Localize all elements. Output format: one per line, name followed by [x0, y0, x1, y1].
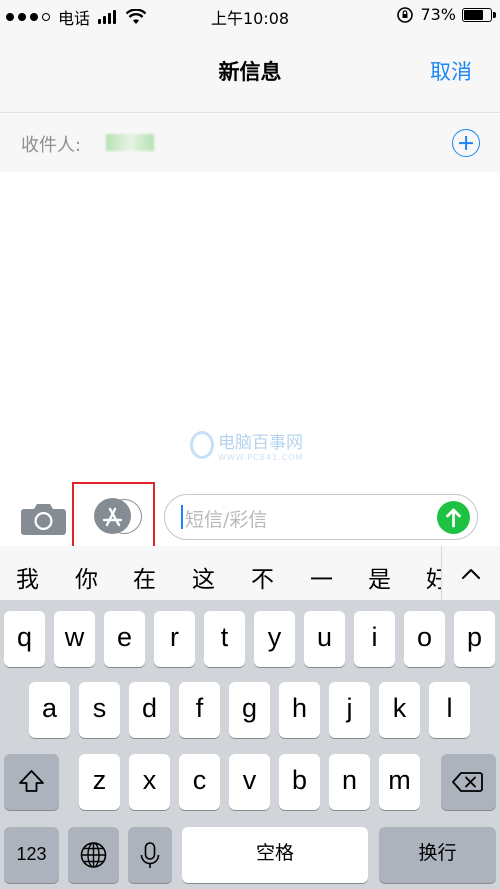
key-v[interactable]: v	[229, 754, 270, 810]
key-f[interactable]: f	[179, 682, 220, 738]
globe-icon	[80, 842, 107, 868]
return-key[interactable]: 换行	[379, 827, 496, 883]
chevron-up-icon	[462, 569, 480, 579]
shift-key[interactable]	[4, 754, 59, 810]
expand-candidates-button[interactable]	[442, 546, 500, 600]
delete-key[interactable]	[441, 754, 496, 810]
navigation-bar: 新信息 取消	[0, 30, 500, 113]
key-j[interactable]: j	[329, 682, 370, 738]
key-h[interactable]: h	[279, 682, 320, 738]
key-a[interactable]: a	[29, 682, 70, 738]
key-x[interactable]: x	[129, 754, 170, 810]
key-k[interactable]: k	[379, 682, 420, 738]
key-d[interactable]: d	[129, 682, 170, 738]
key-t[interactable]: t	[204, 611, 245, 667]
key-b[interactable]: b	[279, 754, 320, 810]
delete-backspace-icon	[452, 772, 483, 792]
key-q[interactable]: q	[4, 611, 45, 667]
globe-key[interactable]	[68, 827, 119, 883]
candidate-bar: 我 你 在 这 不 一 是 好	[0, 546, 500, 600]
dictation-key[interactable]	[128, 827, 172, 883]
recipient-label: 收件人:	[21, 135, 82, 156]
key-m[interactable]: m	[379, 754, 420, 810]
candidate-word[interactable]: 这	[192, 560, 215, 594]
key-r[interactable]: r	[154, 611, 195, 667]
key-w[interactable]: w	[54, 611, 95, 667]
key-n[interactable]: n	[329, 754, 370, 810]
highlight-annotation	[72, 482, 155, 548]
key-o[interactable]: o	[404, 611, 445, 667]
message-input[interactable]: 短信/彩信	[164, 494, 478, 540]
key-c[interactable]: c	[179, 754, 220, 810]
key-p[interactable]: p	[454, 611, 495, 667]
candidate-word[interactable]: 是	[368, 560, 391, 594]
send-button[interactable]	[437, 501, 470, 534]
candidate-word[interactable]: 你	[75, 560, 98, 594]
keyboard: q w e r t y u i o p a s d f g h j k l z …	[0, 600, 500, 889]
numbers-key[interactable]: 123	[4, 827, 59, 883]
recipient-field[interactable]	[106, 134, 154, 151]
camera-button[interactable]	[21, 502, 66, 535]
battery-percent: 73%	[420, 5, 456, 24]
key-l[interactable]: l	[429, 682, 470, 738]
rotation-lock-icon	[397, 6, 414, 23]
status-bar-right: 73%	[396, 5, 496, 24]
watermark-title: 电脑百事网	[218, 433, 303, 453]
candidate-word[interactable]: 不	[251, 560, 274, 594]
plus-circle-icon[interactable]	[452, 129, 480, 157]
watermark: 电脑百事网 WWW.PC841.COM	[190, 428, 303, 462]
cancel-button[interactable]: 取消	[430, 56, 472, 86]
key-i[interactable]: i	[354, 611, 395, 667]
message-placeholder: 短信/彩信	[185, 509, 268, 531]
text-cursor	[181, 505, 183, 529]
battery-icon	[462, 7, 496, 22]
status-bar: 电话 上午10:08 73%	[0, 0, 500, 30]
candidate-word[interactable]: 在	[133, 560, 156, 594]
key-s[interactable]: s	[79, 682, 120, 738]
space-key[interactable]: 空格	[182, 827, 368, 883]
key-z[interactable]: z	[79, 754, 120, 810]
camera-icon	[21, 504, 66, 535]
recipient-row: 收件人:	[0, 114, 500, 172]
watermark-subtitle: WWW.PC841.COM	[218, 453, 304, 462]
battery-fill	[464, 9, 483, 20]
key-g[interactable]: g	[229, 682, 270, 738]
candidate-word[interactable]: 一	[310, 560, 333, 594]
arrow-up-icon	[446, 508, 461, 528]
candidate-word[interactable]: 我	[16, 560, 39, 594]
key-u[interactable]: u	[304, 611, 345, 667]
key-y[interactable]: y	[254, 611, 295, 667]
key-e[interactable]: e	[104, 611, 145, 667]
watermark-logo-icon	[190, 431, 214, 459]
page-title: 新信息	[218, 60, 282, 84]
microphone-icon	[140, 842, 160, 868]
shift-arrow-icon	[19, 770, 44, 792]
